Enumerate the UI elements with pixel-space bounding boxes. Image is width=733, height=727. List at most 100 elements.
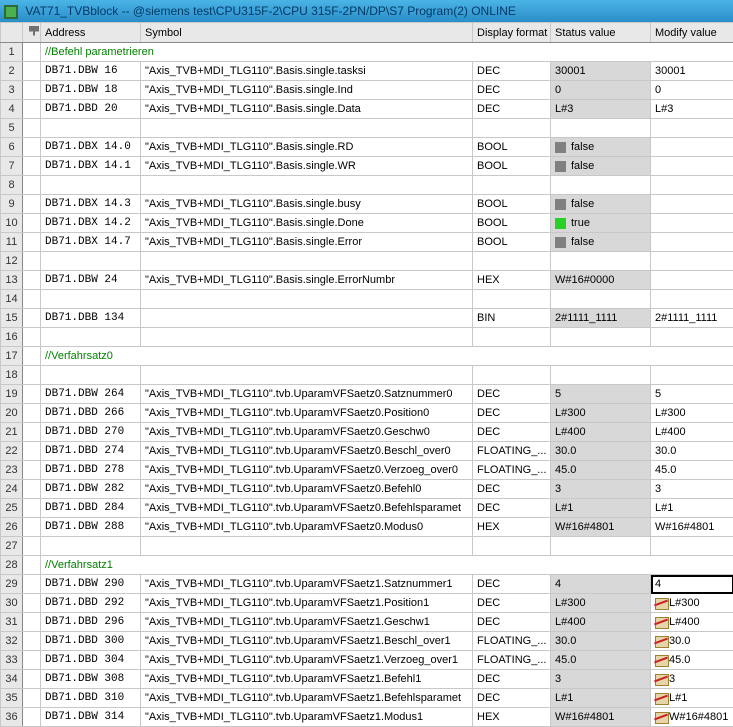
pin-cell[interactable] (23, 385, 41, 404)
modify-value-cell[interactable]: 45.0 (651, 461, 733, 480)
row-number[interactable]: 23 (1, 461, 23, 480)
table-row[interactable]: 6DB71.DBX 14.0"Axis_TVB+MDI_TLG110".Basi… (1, 138, 733, 157)
variable-table[interactable]: Address Symbol Display format Status val… (0, 22, 733, 727)
pin-cell[interactable] (23, 480, 41, 499)
address-cell[interactable]: DB71.DBX 14.1 (41, 157, 141, 176)
address-cell[interactable] (41, 328, 141, 347)
status-value-cell[interactable] (551, 176, 651, 195)
pin-cell[interactable] (23, 594, 41, 613)
symbol-cell[interactable]: "Axis_TVB+MDI_TLG110".tvb.UparamVFSaetz0… (141, 442, 473, 461)
symbol-cell[interactable] (141, 366, 473, 385)
status-value-cell[interactable]: W#16#4801 (551, 518, 651, 537)
table-row[interactable]: 1//Befehl parametrieren (1, 43, 733, 62)
modify-value-cell[interactable] (651, 157, 733, 176)
pin-cell[interactable] (23, 518, 41, 537)
symbol-cell[interactable]: "Axis_TVB+MDI_TLG110".tvb.UparamVFSaetz1… (141, 594, 473, 613)
address-cell[interactable]: DB71.DBX 14.3 (41, 195, 141, 214)
status-value-cell[interactable]: true (551, 214, 651, 233)
address-cell[interactable]: DB71.DBD 296 (41, 613, 141, 632)
display-format-cell[interactable]: BOOL (473, 195, 551, 214)
status-value-cell[interactable] (551, 290, 651, 309)
row-number[interactable]: 20 (1, 404, 23, 423)
modify-value-cell[interactable]: 4 (651, 575, 733, 594)
address-cell[interactable]: DB71.DBW 264 (41, 385, 141, 404)
header-rownum[interactable] (1, 23, 23, 43)
address-cell[interactable] (41, 366, 141, 385)
modify-value-cell[interactable] (651, 214, 733, 233)
display-format-cell[interactable] (473, 328, 551, 347)
status-value-cell[interactable]: 5 (551, 385, 651, 404)
comment-cell[interactable]: //Befehl parametrieren (41, 43, 733, 62)
display-format-cell[interactable]: HEX (473, 271, 551, 290)
modify-value-cell[interactable]: 0 (651, 81, 733, 100)
modify-value-cell[interactable]: 30.0 (651, 442, 733, 461)
pin-cell[interactable] (23, 100, 41, 119)
table-row[interactable]: 5 (1, 119, 733, 138)
row-number[interactable]: 7 (1, 157, 23, 176)
row-number[interactable]: 2 (1, 62, 23, 81)
modify-value-cell[interactable]: 30001 (651, 62, 733, 81)
status-value-cell[interactable]: L#400 (551, 423, 651, 442)
header-modify-value[interactable]: Modify value (651, 23, 733, 43)
symbol-cell[interactable]: "Axis_TVB+MDI_TLG110".Basis.single.busy (141, 195, 473, 214)
status-value-cell[interactable]: 4 (551, 575, 651, 594)
display-format-cell[interactable]: DEC (473, 499, 551, 518)
table-row[interactable]: 19 DB71.DBW 264"Axis_TVB+MDI_TLG110".tvb.… (1, 385, 733, 404)
status-value-cell[interactable]: 3 (551, 670, 651, 689)
status-value-cell[interactable]: false (551, 157, 651, 176)
display-format-cell[interactable]: BOOL (473, 214, 551, 233)
pin-cell[interactable] (23, 195, 41, 214)
symbol-cell[interactable]: "Axis_TVB+MDI_TLG110".Basis.single.Error… (141, 271, 473, 290)
symbol-cell[interactable]: "Axis_TVB+MDI_TLG110".Basis.single.Done (141, 214, 473, 233)
address-cell[interactable]: DB71.DBD 292 (41, 594, 141, 613)
address-cell[interactable]: DB71.DBW 314 (41, 708, 141, 727)
row-number[interactable]: 29 (1, 575, 23, 594)
row-number[interactable]: 26 (1, 518, 23, 537)
status-value-cell[interactable]: L#3 (551, 100, 651, 119)
table-row[interactable]: 11DB71.DBX 14.7"Axis_TVB+MDI_TLG110".Bas… (1, 233, 733, 252)
display-format-cell[interactable]: FLOATING_... (473, 442, 551, 461)
symbol-cell[interactable]: "Axis_TVB+MDI_TLG110".tvb.UparamVFSaetz0… (141, 423, 473, 442)
address-cell[interactable]: DB71.DBX 14.2 (41, 214, 141, 233)
modify-value-cell[interactable]: W#16#4801 (651, 518, 733, 537)
address-cell[interactable]: DB71.DBX 14.7 (41, 233, 141, 252)
modify-value-cell[interactable] (651, 271, 733, 290)
status-value-cell[interactable]: L#300 (551, 404, 651, 423)
display-format-cell[interactable]: DEC (473, 594, 551, 613)
display-format-cell[interactable]: DEC (473, 404, 551, 423)
table-row[interactable]: 36DB71.DBW 314"Axis_TVB+MDI_TLG110".tvb.… (1, 708, 733, 727)
status-value-cell[interactable]: L#1 (551, 499, 651, 518)
pin-cell[interactable] (23, 442, 41, 461)
symbol-cell[interactable]: "Axis_TVB+MDI_TLG110".tvb.UparamVFSaetz0… (141, 480, 473, 499)
display-format-cell[interactable]: DEC (473, 670, 551, 689)
modify-value-cell[interactable]: L#300 (651, 594, 733, 613)
pin-cell[interactable] (23, 62, 41, 81)
header-display-format[interactable]: Display format (473, 23, 551, 43)
modify-value-cell[interactable]: 3 (651, 480, 733, 499)
row-number[interactable]: 22 (1, 442, 23, 461)
modify-value-cell[interactable]: L#3 (651, 100, 733, 119)
table-row[interactable]: 29DB71.DBW 290"Axis_TVB+MDI_TLG110".tvb.… (1, 575, 733, 594)
row-number[interactable]: 19 (1, 385, 23, 404)
table-row[interactable]: 14 (1, 290, 733, 309)
address-cell[interactable]: DB71.DBW 288 (41, 518, 141, 537)
symbol-cell[interactable]: "Axis_TVB+MDI_TLG110".tvb.UparamVFSaetz1… (141, 632, 473, 651)
modify-value-cell[interactable] (651, 176, 733, 195)
symbol-cell[interactable]: "Axis_TVB+MDI_TLG110".tvb.UparamVFSaetz0… (141, 385, 473, 404)
table-row[interactable]: 20DB71.DBD 266"Axis_TVB+MDI_TLG110".tvb.… (1, 404, 733, 423)
modify-value-cell[interactable]: 45.0 (651, 651, 733, 670)
status-value-cell[interactable]: W#16#4801 (551, 708, 651, 727)
table-row[interactable]: 31DB71.DBD 296"Axis_TVB+MDI_TLG110".tvb.… (1, 613, 733, 632)
row-number[interactable]: 15 (1, 309, 23, 328)
display-format-cell[interactable]: FLOATING_... (473, 651, 551, 670)
modify-value-cell[interactable] (651, 366, 733, 385)
display-format-cell[interactable]: FLOATING_... (473, 461, 551, 480)
status-value-cell[interactable] (551, 537, 651, 556)
status-value-cell[interactable]: 30001 (551, 62, 651, 81)
pin-cell[interactable] (23, 309, 41, 328)
pin-cell[interactable] (23, 366, 41, 385)
symbol-cell[interactable]: "Axis_TVB+MDI_TLG110".tvb.UparamVFSaetz1… (141, 689, 473, 708)
symbol-cell[interactable]: "Axis_TVB+MDI_TLG110".Basis.single.Error (141, 233, 473, 252)
table-row[interactable]: 25DB71.DBD 284"Axis_TVB+MDI_TLG110".tvb.… (1, 499, 733, 518)
row-number[interactable]: 8 (1, 176, 23, 195)
